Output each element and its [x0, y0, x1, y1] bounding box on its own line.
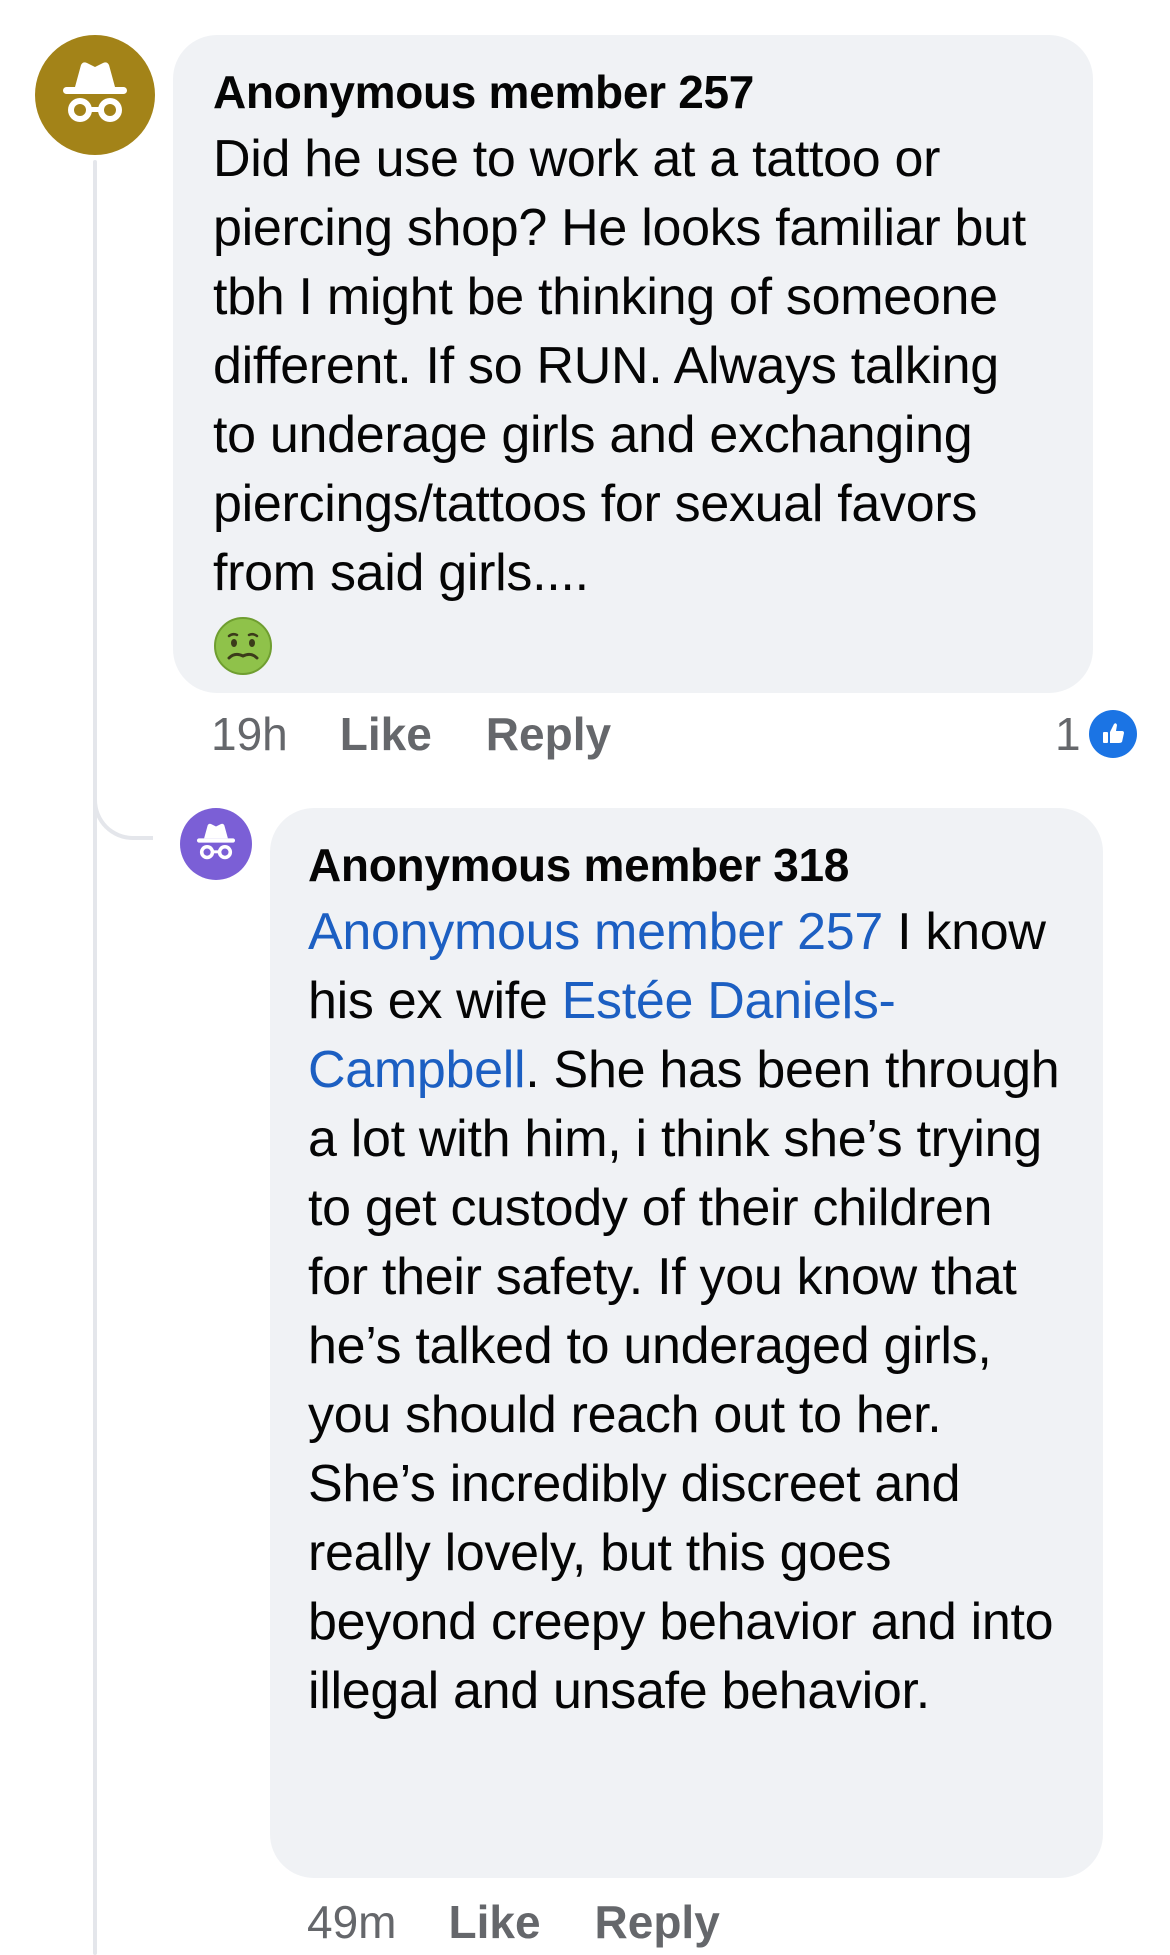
comment-actions: 19h Like Reply [211, 704, 611, 764]
comment-text-segment: . She has been through a lot with him, i… [308, 1041, 1060, 1720]
incognito-icon [53, 51, 137, 140]
comment-bubble: Anonymous member 257 Did he use to work … [173, 35, 1093, 693]
thread-connector-line [93, 160, 97, 1955]
like-button[interactable]: Like [340, 707, 432, 761]
reaction-count: 1 [1055, 708, 1081, 760]
avatar[interactable] [180, 808, 252, 880]
comment-timestamp[interactable]: 19h [211, 707, 288, 761]
thumbs-up-icon [1088, 710, 1137, 758]
comment-bubble: Anonymous member 318 Anonymous member 25… [270, 808, 1103, 1878]
thread-reply-connector [93, 760, 153, 840]
incognito-icon [191, 817, 241, 872]
avatar[interactable] [35, 35, 155, 155]
reply-button[interactable]: Reply [486, 707, 611, 761]
nauseated-face-icon [213, 616, 273, 676]
mention-link[interactable]: Anonymous member 257 [308, 903, 883, 961]
comment-actions: 49m Like Reply [307, 1892, 720, 1952]
reply-button[interactable]: Reply [595, 1895, 720, 1949]
like-button[interactable]: Like [448, 1895, 540, 1949]
comment-timestamp[interactable]: 49m [307, 1895, 396, 1949]
reaction-summary[interactable]: 1 [1055, 704, 1137, 764]
comment-text: Did he use to work at a tattoo or pierci… [213, 130, 1026, 602]
comment-author[interactable]: Anonymous member 318 [308, 832, 1063, 898]
comment-text: Anonymous member 257 I know his ex wife … [308, 898, 1063, 1726]
comment-author[interactable]: Anonymous member 257 [213, 59, 1053, 125]
